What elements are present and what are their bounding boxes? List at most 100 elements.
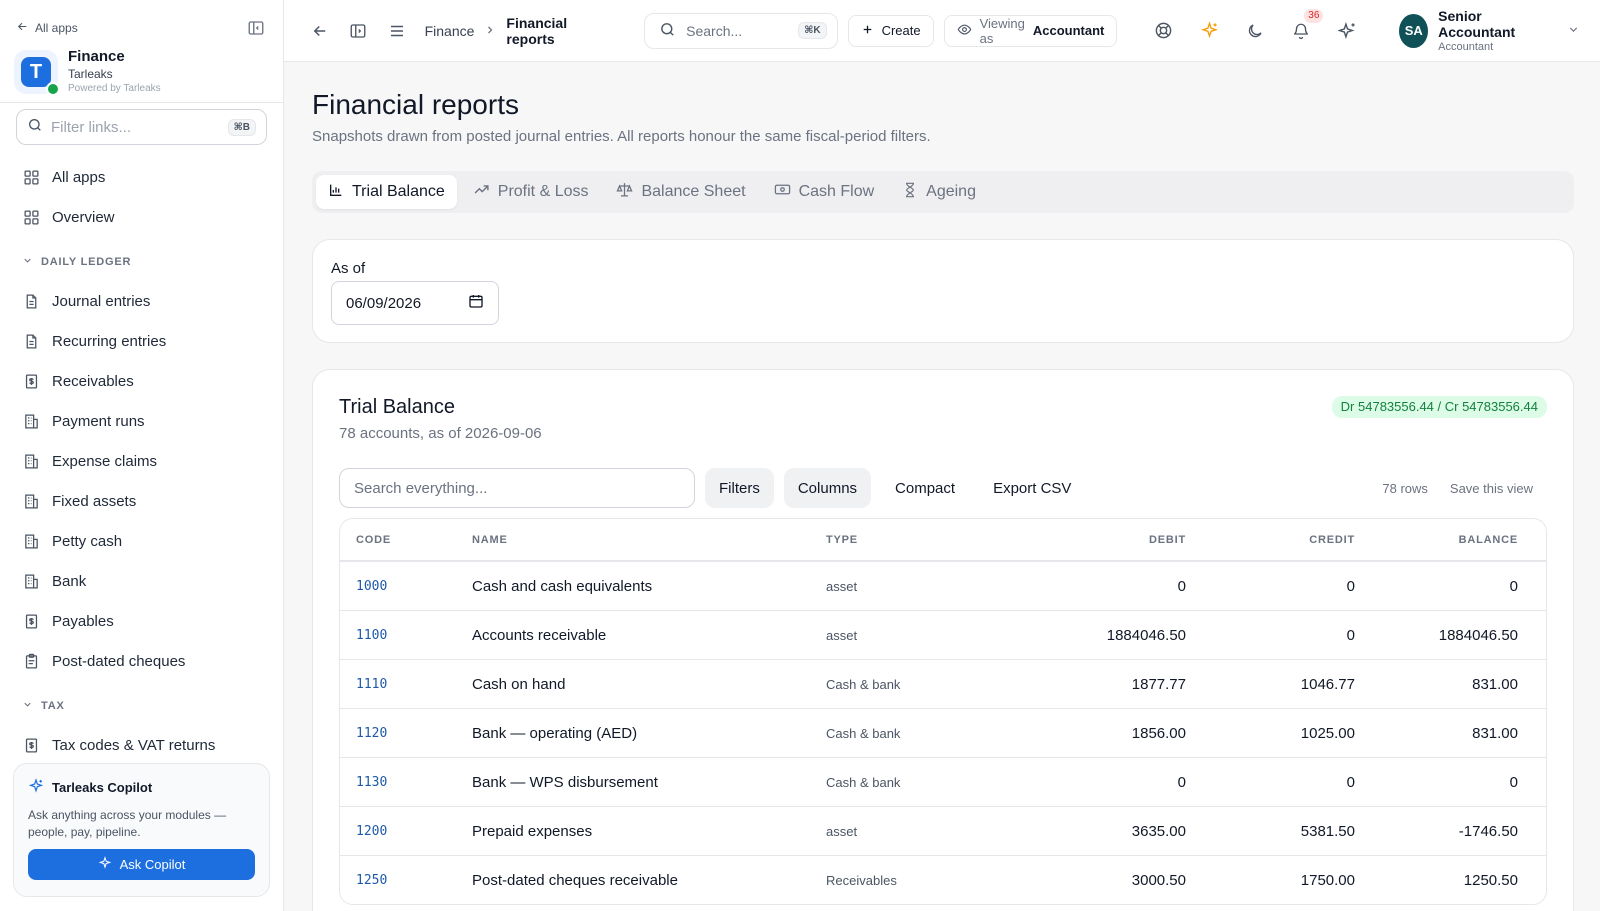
tab-ageing[interactable]: Ageing (890, 175, 988, 209)
account-name: Bank — WPS disbursement (472, 773, 658, 791)
account-code[interactable]: 1100 (340, 628, 472, 643)
sidebar-item-petty-cash[interactable]: Petty cash (0, 521, 283, 561)
balance-value: 831.00 (1472, 675, 1518, 693)
toggle-panel-icon[interactable] (344, 15, 372, 47)
sidebar-item-payables[interactable]: Payables (0, 601, 283, 641)
sidebar-item-receivables[interactable]: Receivables (0, 361, 283, 401)
tab-trial-balance[interactable]: Trial Balance (316, 175, 457, 209)
compact-button[interactable]: Compact (881, 468, 969, 508)
section-title: TAX (41, 700, 65, 712)
account-type: Cash & bank (826, 676, 901, 692)
column-header-type[interactable]: TYPE (826, 534, 1026, 546)
account-code[interactable]: 1000 (340, 579, 472, 594)
viewing-as-button[interactable]: Viewing as Accountant (943, 14, 1118, 47)
assistant-sparkles-icon[interactable] (1331, 15, 1363, 47)
sidebar-item-journal-entries[interactable]: Journal entries (0, 281, 283, 321)
sidebar-item-label: Bank (52, 572, 87, 590)
invoice-icon (22, 736, 40, 754)
create-button[interactable]: Create (847, 14, 934, 47)
debit-value: 1884046.50 (1106, 626, 1186, 644)
calendar-icon[interactable] (468, 293, 484, 313)
user-role: Accountant (1438, 40, 1494, 53)
dark-mode-moon-icon[interactable] (1239, 15, 1271, 47)
tab-balance-sheet[interactable]: Balance Sheet (604, 175, 757, 209)
copilot-card: Tarleaks Copilot Ask anything across you… (13, 763, 270, 897)
sidebar-item-label: Petty cash (52, 532, 123, 550)
section-daily-ledger[interactable]: DAILY LEDGER (0, 237, 283, 281)
balance-status-badge: Dr 54783556.44 / Cr 54783556.44 (1331, 396, 1547, 418)
tab-profit-loss[interactable]: Profit & Loss (461, 175, 601, 209)
debit-value: 0 (1177, 773, 1186, 791)
credit-value: 0 (1346, 577, 1355, 595)
column-header-code[interactable]: CODE (340, 534, 472, 546)
copilot-description: Ask anything across your modules — peopl… (28, 808, 227, 839)
filters-button[interactable]: Filters (705, 468, 774, 508)
sidebar-item-overview[interactable]: Overview (0, 197, 283, 237)
sidebar-item-label: All apps (52, 168, 106, 186)
table-row[interactable]: 1130 Bank — WPS disbursement Cash & bank… (340, 757, 1546, 806)
column-header-balance[interactable]: BALANCE (1355, 534, 1534, 546)
sidebar-item-label: Payment runs (52, 412, 145, 430)
breadcrumb: Finance Financial reports (425, 15, 597, 47)
account-code[interactable]: 1130 (340, 775, 472, 790)
user-menu[interactable]: SA Senior Accountant Accountant (1399, 8, 1580, 54)
tab-cash-flow[interactable]: Cash Flow (762, 175, 887, 209)
account-code[interactable]: 1200 (340, 824, 472, 839)
account-code[interactable]: 1250 (340, 873, 472, 888)
save-view-button[interactable]: Save this view (1450, 481, 1533, 496)
account-name: Bank — operating (AED) (472, 724, 638, 742)
table-row[interactable]: 1250 Post-dated cheques receivable Recei… (340, 855, 1546, 904)
section-tax[interactable]: TAX (0, 681, 283, 725)
table-row[interactable]: 1100 Accounts receivable asset 1884046.5… (340, 610, 1546, 659)
ai-sparkle-icon[interactable] (1193, 15, 1225, 47)
collapse-sidebar-icon[interactable] (245, 17, 267, 39)
sidebar-item-expense-claims[interactable]: Expense claims (0, 441, 283, 481)
chevron-down-icon (22, 699, 33, 713)
search-icon (659, 21, 676, 41)
account-type: Cash & bank (826, 725, 901, 741)
account-type: asset (826, 627, 858, 643)
building-icon (22, 492, 40, 510)
sidebar-item-all-apps[interactable]: All apps (0, 157, 283, 197)
ask-copilot-button[interactable]: Ask Copilot (28, 849, 255, 880)
column-header-debit[interactable]: DEBIT (1026, 534, 1186, 546)
back-to-all-apps-link[interactable]: All apps (16, 20, 78, 36)
sidebar-item-recurring-entries[interactable]: Recurring entries (0, 321, 283, 361)
help-lifebuoy-icon[interactable] (1147, 15, 1179, 47)
menu-icon[interactable] (382, 15, 410, 47)
table-row[interactable]: 1110 Cash on hand Cash & bank 1877.77 10… (340, 659, 1546, 708)
column-header-name[interactable]: NAME (472, 534, 826, 546)
sidebar-item-tax-codes[interactable]: Tax codes & VAT returns (0, 725, 283, 765)
main-area: Finance Financial reports Search... ⌘K C… (284, 0, 1600, 911)
page-subtitle: Snapshots drawn from posted journal entr… (312, 128, 931, 145)
sidebar-item-post-dated-cheques[interactable]: Post-dated cheques (0, 641, 283, 681)
account-code[interactable]: 1120 (340, 726, 472, 741)
brand-logo-letter: T (21, 57, 51, 87)
back-arrow-icon[interactable] (306, 15, 334, 47)
row-count: 78 rows (1382, 480, 1428, 496)
breadcrumb-finance[interactable]: Finance (425, 23, 475, 39)
column-header-credit[interactable]: CREDIT (1186, 534, 1355, 546)
copilot-title: Tarleaks Copilot (52, 780, 153, 795)
sidebar-item-bank[interactable]: Bank (0, 561, 283, 601)
sidebar-item-payment-runs[interactable]: Payment runs (0, 401, 283, 441)
sparkles-icon (28, 778, 44, 797)
table-row[interactable]: 1000 Cash and cash equivalents asset 0 0… (340, 561, 1546, 610)
table-search-placeholder: Search everything... (354, 479, 488, 497)
global-search-input[interactable]: Search... ⌘K (644, 12, 838, 49)
credit-value: 1025.00 (1300, 724, 1355, 742)
tab-label: Profit & Loss (497, 183, 589, 200)
filter-links-input[interactable]: Filter links... ⌘B (16, 109, 267, 145)
trial-balance-subtitle: 78 accounts, as of 2026-09-06 (339, 425, 542, 442)
notifications-bell-icon[interactable]: 36 (1285, 8, 1324, 47)
as-of-date-input[interactable]: 06/09/2026 (331, 281, 499, 325)
export-csv-button[interactable]: Export CSV (979, 468, 1085, 508)
columns-button[interactable]: Columns (783, 468, 872, 508)
table-row[interactable]: 1120 Bank — operating (AED) Cash & bank … (340, 708, 1546, 757)
back-link-label: All apps (35, 21, 78, 35)
table-row[interactable]: 1200 Prepaid expenses asset 3635.00 5381… (340, 806, 1546, 855)
account-code[interactable]: 1110 (340, 677, 472, 692)
sidebar-item-fixed-assets[interactable]: Fixed assets (0, 481, 283, 521)
table-search-input[interactable]: Search everything... (339, 468, 695, 508)
sidebar-item-label: Recurring entries (52, 332, 167, 350)
